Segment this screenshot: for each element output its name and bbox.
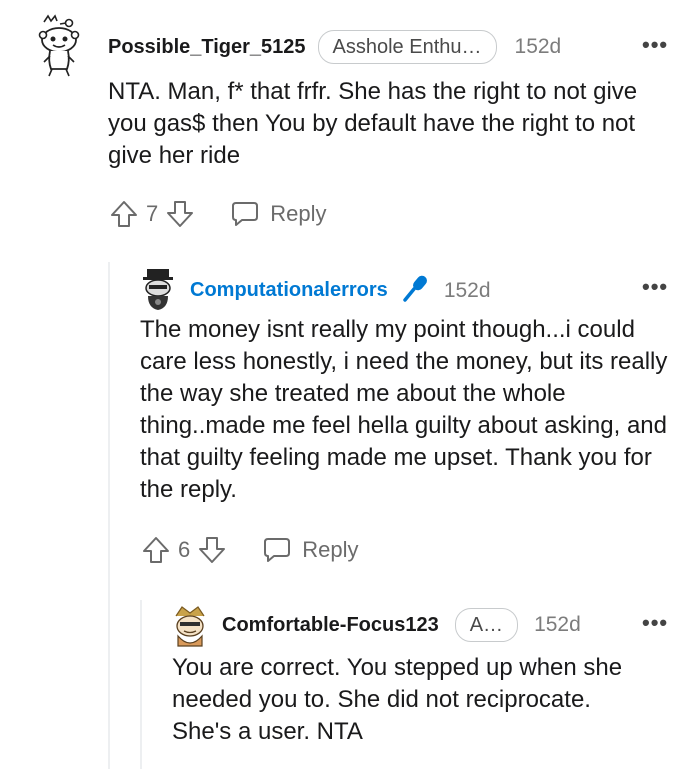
comment-header: Computationalerrors 152d [190, 274, 491, 307]
upvote-icon[interactable] [140, 534, 172, 566]
upvote-icon[interactable] [108, 198, 140, 230]
username[interactable]: Computationalerrors [190, 279, 388, 302]
more-options-icon[interactable]: ••• [642, 32, 668, 58]
snoo-avatar-icon [175, 606, 205, 647]
more-options-icon[interactable]: ••• [642, 274, 668, 300]
downvote-icon[interactable] [196, 534, 228, 566]
comment-2: Computationalerrors 152d ••• The money i… [0, 262, 700, 582]
username[interactable]: Possible_Tiger_5125 [108, 36, 306, 59]
comment-body: You are correct. You stepped up when she… [172, 654, 623, 745]
comment-1: Possible_Tiger_5125 Asshole Enthu… 152d … [0, 0, 700, 240]
comment-actions: 7 Reply [108, 198, 327, 230]
avatar[interactable] [36, 14, 82, 78]
comment-actions: 6 Reply [140, 534, 359, 566]
comment-3: Comfortable-Focus123 A… 152d ••• You are… [0, 600, 700, 769]
downvote-icon[interactable] [164, 198, 196, 230]
snoo-avatar-icon [143, 269, 173, 310]
reply-label: Reply [302, 537, 359, 562]
reply-button[interactable]: Reply [230, 199, 327, 229]
timestamp: 152d [514, 35, 562, 58]
reply-label: Reply [270, 201, 327, 226]
snoo-avatar-icon [38, 14, 80, 77]
avatar[interactable] [140, 266, 176, 312]
timestamp: 152d [443, 278, 491, 302]
reply-bubble-icon [262, 535, 292, 565]
user-flair: Asshole Enthu… [317, 30, 497, 64]
reply-button[interactable]: Reply [262, 535, 359, 565]
timestamp: 152d [534, 613, 581, 636]
reply-bubble-icon [230, 199, 260, 229]
vote-count: 7 [146, 201, 159, 226]
comment-body: The money isnt really my point though...… [140, 316, 668, 503]
comment-body: NTA. Man, f* that frfr. She has the righ… [108, 78, 638, 169]
avatar[interactable] [172, 604, 208, 648]
more-options-icon[interactable]: ••• [642, 610, 668, 636]
username[interactable]: Comfortable-Focus123 [222, 614, 439, 637]
comment-header: Comfortable-Focus123 A… 152d [222, 608, 581, 642]
user-flair: A… [454, 608, 519, 642]
comment-header: Possible_Tiger_5125 Asshole Enthu… 152d [108, 30, 561, 64]
vote-count: 6 [178, 537, 191, 562]
microphone-icon [402, 274, 428, 307]
